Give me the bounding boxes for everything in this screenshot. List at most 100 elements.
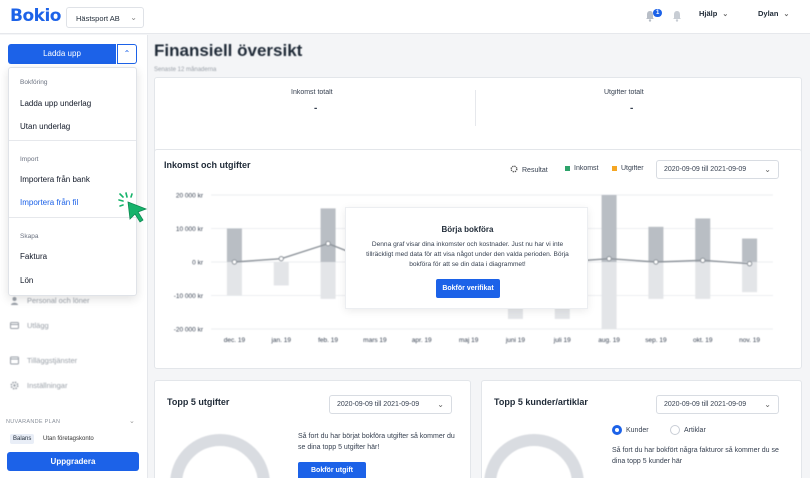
x-tick-label: apr. 19: [412, 337, 432, 344]
sidebar-item-addons[interactable]: Tilläggstjänster: [10, 356, 77, 365]
menu-item-upload-document[interactable]: Ladda upp underlag: [20, 99, 91, 108]
menu-item-import-bank[interactable]: Importera från bank: [20, 175, 90, 184]
result-point: [325, 240, 331, 247]
date-range-value: 2020-09-09 till 2021-09-09: [664, 166, 747, 173]
top-bar: Bokio Hästsport AB ⌄ 1 Hjälp ⌄ Dylan ⌄: [0, 0, 810, 34]
kpi-expenses-value: -: [630, 103, 634, 114]
sidebar-item-settings[interactable]: Inställningar: [10, 381, 67, 390]
x-tick-label: nov. 19: [739, 337, 760, 344]
x-tick-label: okt. 19: [693, 337, 713, 344]
menu-item-without-document[interactable]: Utan underlag: [20, 122, 70, 131]
radio-label: Kunder: [626, 426, 649, 434]
bar-income: [742, 238, 758, 262]
legend-result[interactable]: Resultat: [510, 165, 548, 175]
sidebar-item-label: Personal och löner: [27, 296, 90, 305]
bar-income: [648, 226, 664, 262]
y-tick-label: 20 000 kr: [176, 193, 204, 200]
top-expenses-date-select[interactable]: 2020-09-09 till 2021-09-09 ⌄: [329, 395, 452, 414]
upload-button[interactable]: Ladda upp: [8, 44, 116, 64]
bar-expenses: [648, 262, 664, 299]
plan-subtitle: Utan företagskonto: [43, 436, 94, 442]
upload-menu-toggle[interactable]: ⌃: [117, 44, 137, 64]
legend-expenses[interactable]: Utgifter: [612, 165, 644, 172]
result-point: [653, 259, 659, 265]
y-tick-label: -20 000 kr: [174, 327, 204, 334]
chevron-down-icon: ⌄: [764, 165, 771, 174]
sidebar-item-payroll[interactable]: Personal och löner: [10, 296, 90, 305]
user-menu[interactable]: Dylan ⌄: [758, 9, 789, 18]
help-menu[interactable]: Hjälp ⌄: [699, 9, 728, 18]
kpi-income-label: Inkomst totalt: [291, 89, 333, 96]
overlay-title: Börja bokföra: [441, 225, 494, 234]
x-tick-label: dec. 19: [224, 337, 246, 344]
chevron-down-icon: ⌄: [437, 400, 444, 409]
bar-income: [695, 218, 711, 262]
chart-date-range-select[interactable]: 2020-09-09 till 2021-09-09 ⌄: [656, 160, 779, 179]
result-point: [231, 259, 238, 265]
x-tick-label: maj 19: [459, 337, 479, 344]
x-tick-label: mars 19: [363, 337, 387, 344]
chevron-down-icon: ⌄: [783, 11, 790, 18]
company-selector[interactable]: Hästsport AB ⌄: [66, 7, 144, 28]
menu-item-import-file[interactable]: Importera från fil: [20, 198, 78, 207]
plan-badge: Balans: [10, 434, 35, 444]
kpi-income-value: -: [314, 103, 318, 114]
x-tick-label: aug. 19: [598, 337, 620, 344]
result-point: [700, 257, 706, 264]
page-subtitle: Senaste 12 månaderna: [154, 67, 217, 73]
menu-divider: [9, 140, 136, 141]
overlay-text: Denna graf visar dina inkomster och kost…: [366, 241, 569, 268]
plan-title: NUVARANDE PLAN: [6, 419, 61, 425]
radio-articles[interactable]: Artiklar: [670, 425, 706, 435]
sidebar-item-expenses[interactable]: Utlägg: [10, 321, 49, 330]
donut-placeholder-chart: [170, 434, 270, 478]
chevron-down-icon: ⌄: [722, 11, 729, 18]
book-expense-button[interactable]: Bokför utgift: [298, 462, 366, 478]
kpi-divider: [475, 90, 476, 126]
chevron-down-icon[interactable]: ⌄: [129, 417, 135, 425]
user-name: Dylan: [758, 9, 779, 18]
upgrade-button[interactable]: Uppgradera: [7, 452, 139, 471]
chart-title: Inkomst och utgifter: [164, 160, 251, 170]
click-cursor-icon: [118, 192, 148, 223]
chevron-up-icon: ⌃: [123, 49, 131, 58]
legend-income[interactable]: Inkomst: [565, 165, 599, 172]
radio-button-selected: [612, 425, 622, 435]
result-point: [746, 260, 753, 267]
book-voucher-button[interactable]: Bokför verifikat: [436, 279, 500, 298]
menu-section-header: Import: [20, 156, 39, 163]
legend-label: Utgifter: [621, 165, 644, 172]
sidebar-item-label: Inställningar: [27, 381, 68, 390]
bell-icon[interactable]: [672, 9, 682, 27]
person-icon: [10, 296, 19, 305]
radio-label: Artiklar: [684, 426, 706, 434]
x-tick-label: jan. 19: [270, 337, 291, 344]
bokio-logo[interactable]: Bokio: [10, 6, 61, 26]
top-customers-date-select[interactable]: 2020-09-09 till 2021-09-09 ⌄: [656, 395, 779, 414]
bar-income: [320, 208, 336, 262]
sidebar-item-label: Utlägg: [27, 321, 49, 330]
menu-item-salary[interactable]: Lön: [20, 276, 33, 285]
notification-badge: 1: [653, 9, 663, 17]
radio-button: [670, 425, 680, 435]
x-tick-label: feb. 19: [318, 337, 338, 344]
legend-label: Inkomst: [574, 165, 599, 172]
donut-placeholder-chart: [484, 434, 584, 478]
gear-icon: [10, 381, 19, 390]
radio-customers[interactable]: Kunder: [612, 425, 649, 435]
top-customers-info: Så fort du har bokfört några fakturor så…: [612, 447, 779, 465]
legend-label: Resultat: [522, 166, 548, 174]
bar-expenses: [320, 262, 336, 299]
menu-item-invoice[interactable]: Faktura: [20, 252, 47, 261]
upload-dropdown-menu: Bokföring Ladda upp underlag Utan underl…: [8, 67, 137, 296]
result-point: [278, 255, 284, 262]
store-icon: [10, 356, 19, 365]
bar-expenses: [742, 262, 758, 293]
start-bookkeeping-overlay: Börja bokföra Denna graf visar dina inko…: [345, 207, 588, 309]
menu-section-header: Bokföring: [20, 79, 48, 86]
bar-income: [226, 228, 242, 262]
x-tick-label: juli 19: [553, 337, 571, 344]
card-icon: [10, 321, 19, 330]
chevron-down-icon: ⌄: [764, 400, 771, 409]
date-range-value: 2020-09-09 till 2021-09-09: [664, 401, 747, 408]
